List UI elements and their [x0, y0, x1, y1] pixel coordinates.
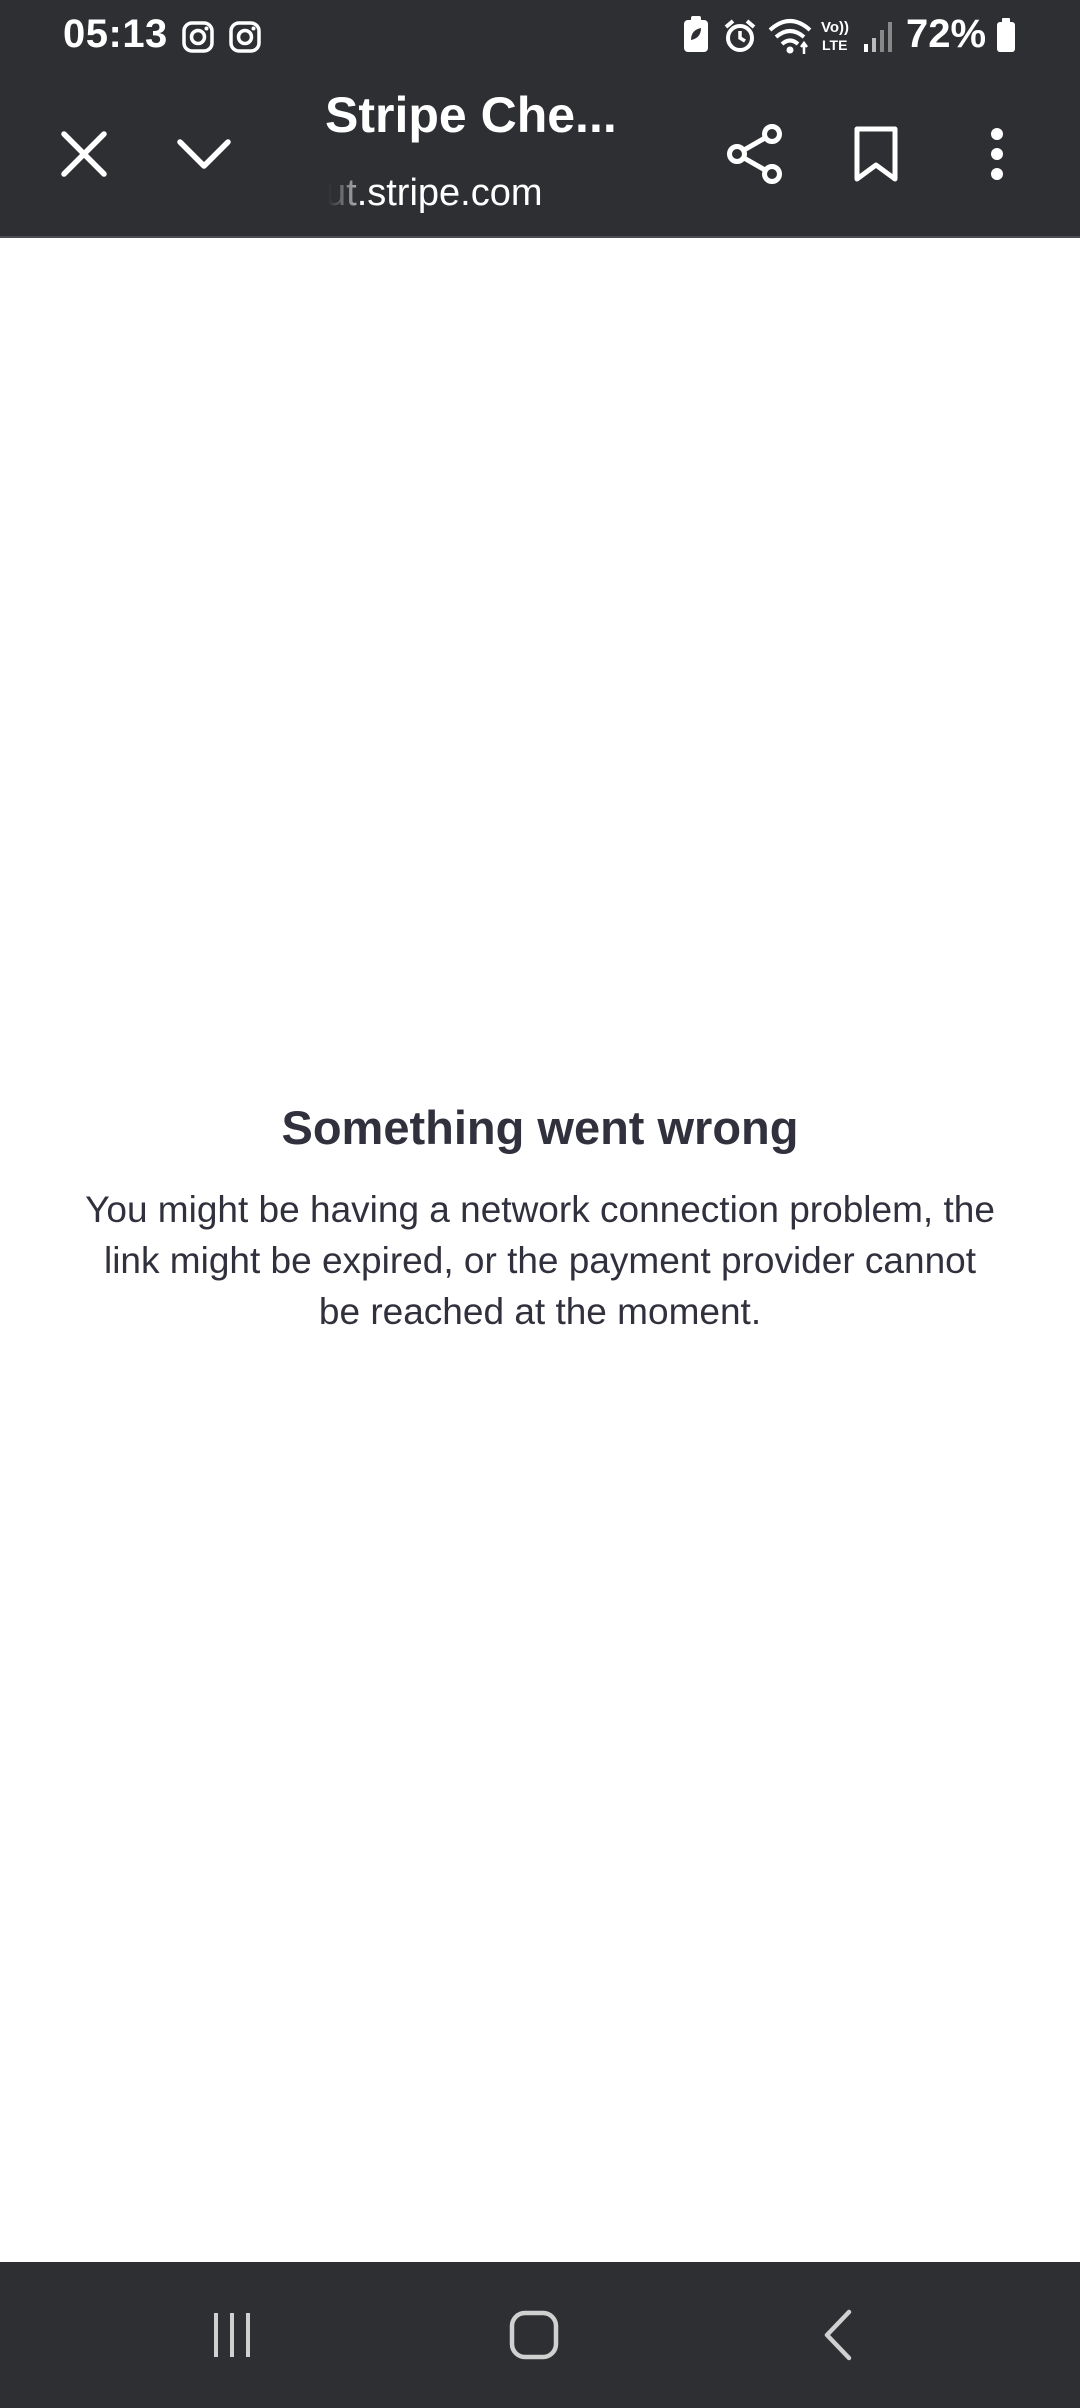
recents-icon [214, 2313, 250, 2357]
page-title: Stripe Che... [325, 87, 617, 143]
battery-icon [997, 18, 1015, 52]
page-url: ut.stripe.com [325, 172, 543, 214]
signal-icon [864, 22, 892, 52]
battery-percent: 72% [906, 12, 987, 56]
screen: 05:13 Vo)) LTE 72% Stripe Che... ut.stri… [0, 0, 1080, 2408]
more-options-button[interactable] [955, 112, 1039, 196]
share-button[interactable] [713, 112, 797, 196]
back-icon [824, 2309, 852, 2361]
bookmark-button[interactable] [834, 112, 918, 196]
share-icon [727, 124, 782, 184]
close-button[interactable] [42, 112, 126, 196]
battery-saver-icon [684, 16, 708, 52]
status-bar: 05:13 Vo)) LTE 72% [0, 0, 1080, 72]
svg-text:LTE: LTE [822, 37, 847, 53]
bookmark-icon [854, 126, 898, 182]
navigation-bar [0, 2262, 1080, 2408]
page-content: Something went wrong You might be having… [0, 238, 1080, 2262]
close-icon [61, 131, 107, 177]
more-vert-icon [991, 128, 1003, 180]
alarm-icon [724, 19, 756, 52]
back-button[interactable] [778, 2290, 898, 2380]
home-button[interactable] [474, 2290, 594, 2380]
url-fade [325, 168, 359, 220]
minimize-button[interactable] [162, 112, 246, 196]
custom-tab-toolbar: Stripe Che... ut.stripe.com [0, 72, 1080, 238]
status-time: 05:13 [63, 12, 168, 56]
home-icon [509, 2310, 559, 2360]
instagram-icon [229, 21, 261, 53]
error-title: Something went wrong [281, 1101, 799, 1154]
volte-icon: Vo)) LTE [821, 19, 849, 53]
recents-button[interactable] [172, 2290, 292, 2380]
error-message: You might be having a network connection… [85, 1189, 995, 1332]
wifi-icon [768, 19, 812, 54]
svg-text:Vo)): Vo)) [821, 19, 849, 36]
chevron-down-icon [177, 139, 231, 169]
instagram-icon [182, 21, 214, 53]
